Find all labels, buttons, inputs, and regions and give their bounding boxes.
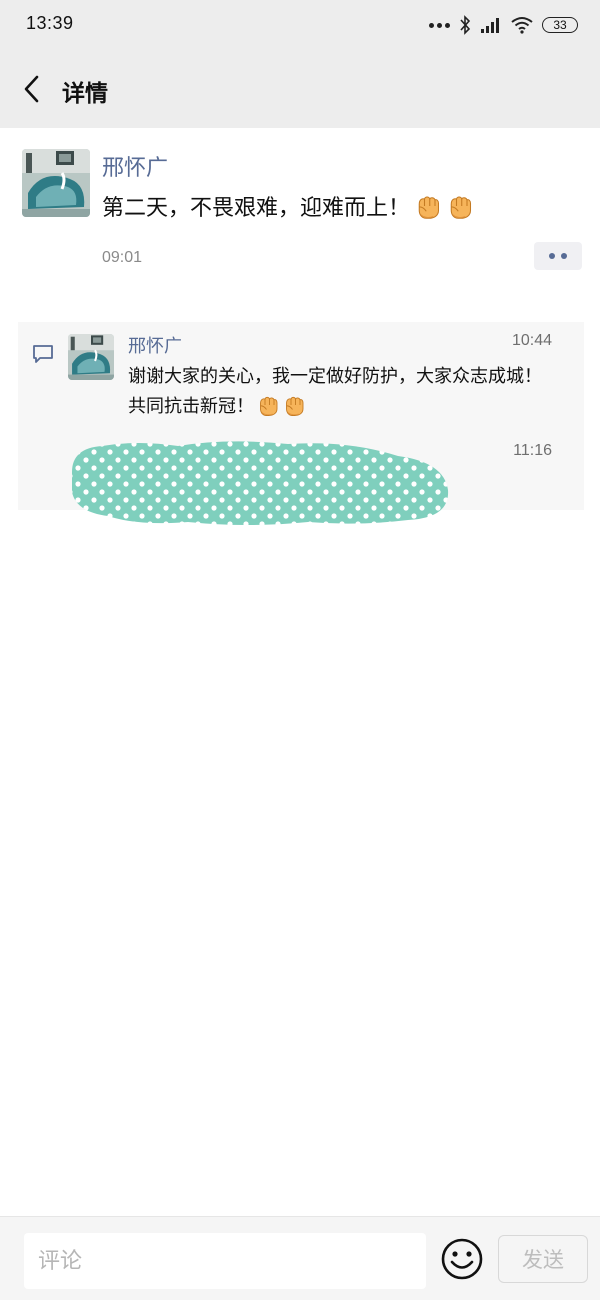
avatar[interactable] bbox=[22, 149, 90, 217]
comment-input[interactable] bbox=[24, 1233, 426, 1289]
comment-time: 10:44 bbox=[511, 332, 552, 349]
avatar[interactable] bbox=[68, 334, 114, 380]
comment-text-content: 谢谢大家的关心，我一定做好防护，大家众志成城！共同抗击新冠！ bbox=[128, 366, 542, 417]
post-text-content: 第二天，不畏艰难，迎难而上！ bbox=[102, 196, 411, 221]
signal-icon bbox=[481, 18, 499, 33]
wifi-icon bbox=[511, 17, 533, 34]
comment-time: 11:16 bbox=[513, 442, 552, 459]
fist-emoji bbox=[282, 393, 306, 417]
post-author[interactable]: 邢怀广 bbox=[102, 150, 168, 182]
nav-bar: 详情 bbox=[0, 50, 600, 128]
back-button[interactable] bbox=[14, 70, 48, 108]
battery-icon: 33 bbox=[542, 17, 578, 33]
page-title: 详情 bbox=[62, 81, 108, 107]
fist-emoji bbox=[414, 192, 442, 220]
status-bar: 13:39 33 bbox=[0, 0, 600, 50]
send-button[interactable]: 发送 bbox=[498, 1235, 588, 1283]
comment-text[interactable]: 谢谢大家的关心，我一定做好防护，大家众志成城！共同抗击新冠！ bbox=[128, 362, 558, 422]
fist-emoji bbox=[256, 393, 280, 417]
post-text: 第二天，不畏艰难，迎难而上！ bbox=[102, 190, 474, 222]
status-icons: 33 bbox=[429, 13, 578, 37]
dots-icon bbox=[429, 22, 450, 28]
moment-post: 邢怀广 第二天，不畏艰难，迎难而上！ 09:01 bbox=[0, 128, 600, 312]
fist-emoji bbox=[446, 192, 474, 220]
post-time: 09:01 bbox=[102, 249, 143, 266]
bluetooth-icon bbox=[460, 15, 471, 35]
comments-section: 邢怀广 10:44 谢谢大家的关心，我一定做好防护，大家众志成城！共同抗击新冠！… bbox=[18, 322, 584, 525]
more-dots-icon[interactable] bbox=[534, 242, 582, 270]
bottom-bar: 发送 bbox=[0, 1216, 600, 1300]
status-time: 13:39 bbox=[26, 13, 74, 33]
comment-author[interactable]: 邢怀广 bbox=[128, 332, 182, 358]
redaction-blob bbox=[72, 441, 449, 525]
chevron-left-icon bbox=[24, 75, 39, 103]
smiley-icon[interactable] bbox=[440, 1237, 484, 1281]
comment-icon bbox=[33, 345, 53, 363]
